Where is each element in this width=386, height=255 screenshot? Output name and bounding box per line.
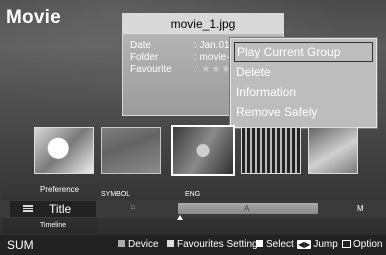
sort-option-title[interactable]: Title <box>49 202 71 216</box>
thumbnail[interactable] <box>101 127 161 174</box>
thumbnail[interactable] <box>308 127 358 174</box>
footer-select[interactable]: Select <box>256 239 294 250</box>
footer-device[interactable]: Device <box>118 239 159 250</box>
menu-item-information[interactable]: Information <box>231 82 376 102</box>
screen: Movie movie_1.jpg Date : Jan.01 Folder : m… <box>0 0 386 255</box>
sort-option-timeline[interactable]: Timeline <box>40 222 66 229</box>
thumbnail[interactable] <box>241 127 301 174</box>
menu-item-remove-safely[interactable]: Remove Safely <box>231 102 376 122</box>
footer-option[interactable]: Option <box>342 239 382 250</box>
footer-favourites-label: Favourites Setting <box>177 239 258 250</box>
list-icon <box>23 205 33 212</box>
yellow-button-icon <box>256 240 263 247</box>
file-name: movie_1.jpg <box>123 14 283 35</box>
info-row-date: Date : Jan.01 <box>130 40 230 52</box>
info-label: Favourite <box>130 64 172 75</box>
info-row-favourite: Favourite : ★★★ <box>130 64 231 76</box>
group-letter-m: M <box>357 204 364 213</box>
footer-jump[interactable]: ◀▶ Jump <box>297 239 338 250</box>
menu-item-delete[interactable]: Delete <box>231 62 376 82</box>
jump-keys-icon: ◀▶ <box>297 240 312 249</box>
menu-item-play-current-group[interactable]: Play Current Group <box>234 42 373 62</box>
footer-select-label: Select <box>266 239 294 250</box>
footer-favourites-setting[interactable]: Favourites Setting <box>167 239 258 250</box>
info-value: : movie- <box>194 52 230 63</box>
group-symbol-marker: □ <box>131 205 135 211</box>
favourite-stars: : ★★★ <box>194 64 232 75</box>
info-label: Date <box>130 40 152 51</box>
red-button-icon <box>118 240 125 247</box>
footer-jump-label: Jump <box>313 239 338 250</box>
thumbnail[interactable] <box>34 127 94 174</box>
sort-option-preference[interactable]: Preference <box>40 185 79 194</box>
context-menu: Play Current Group Delete Information Re… <box>230 38 377 128</box>
tools-icon <box>342 240 351 248</box>
footer-option-label: Option <box>353 239 383 250</box>
thumbnail-selected[interactable] <box>171 125 235 176</box>
group-symbol-label: SYMBOL <box>101 191 131 198</box>
footer-device-label: Device <box>128 239 159 250</box>
info-row-folder: Folder : movie- <box>130 52 230 64</box>
page-title: Movie <box>6 7 61 28</box>
group-eng-label: ENG <box>185 191 201 198</box>
position-pointer-icon <box>177 215 183 220</box>
info-value: : Jan.01 <box>194 40 230 51</box>
sum-label: SUM <box>7 238 34 252</box>
group-letter-a: A <box>244 204 250 213</box>
green-button-icon <box>167 240 174 247</box>
info-label: Folder <box>130 52 159 63</box>
